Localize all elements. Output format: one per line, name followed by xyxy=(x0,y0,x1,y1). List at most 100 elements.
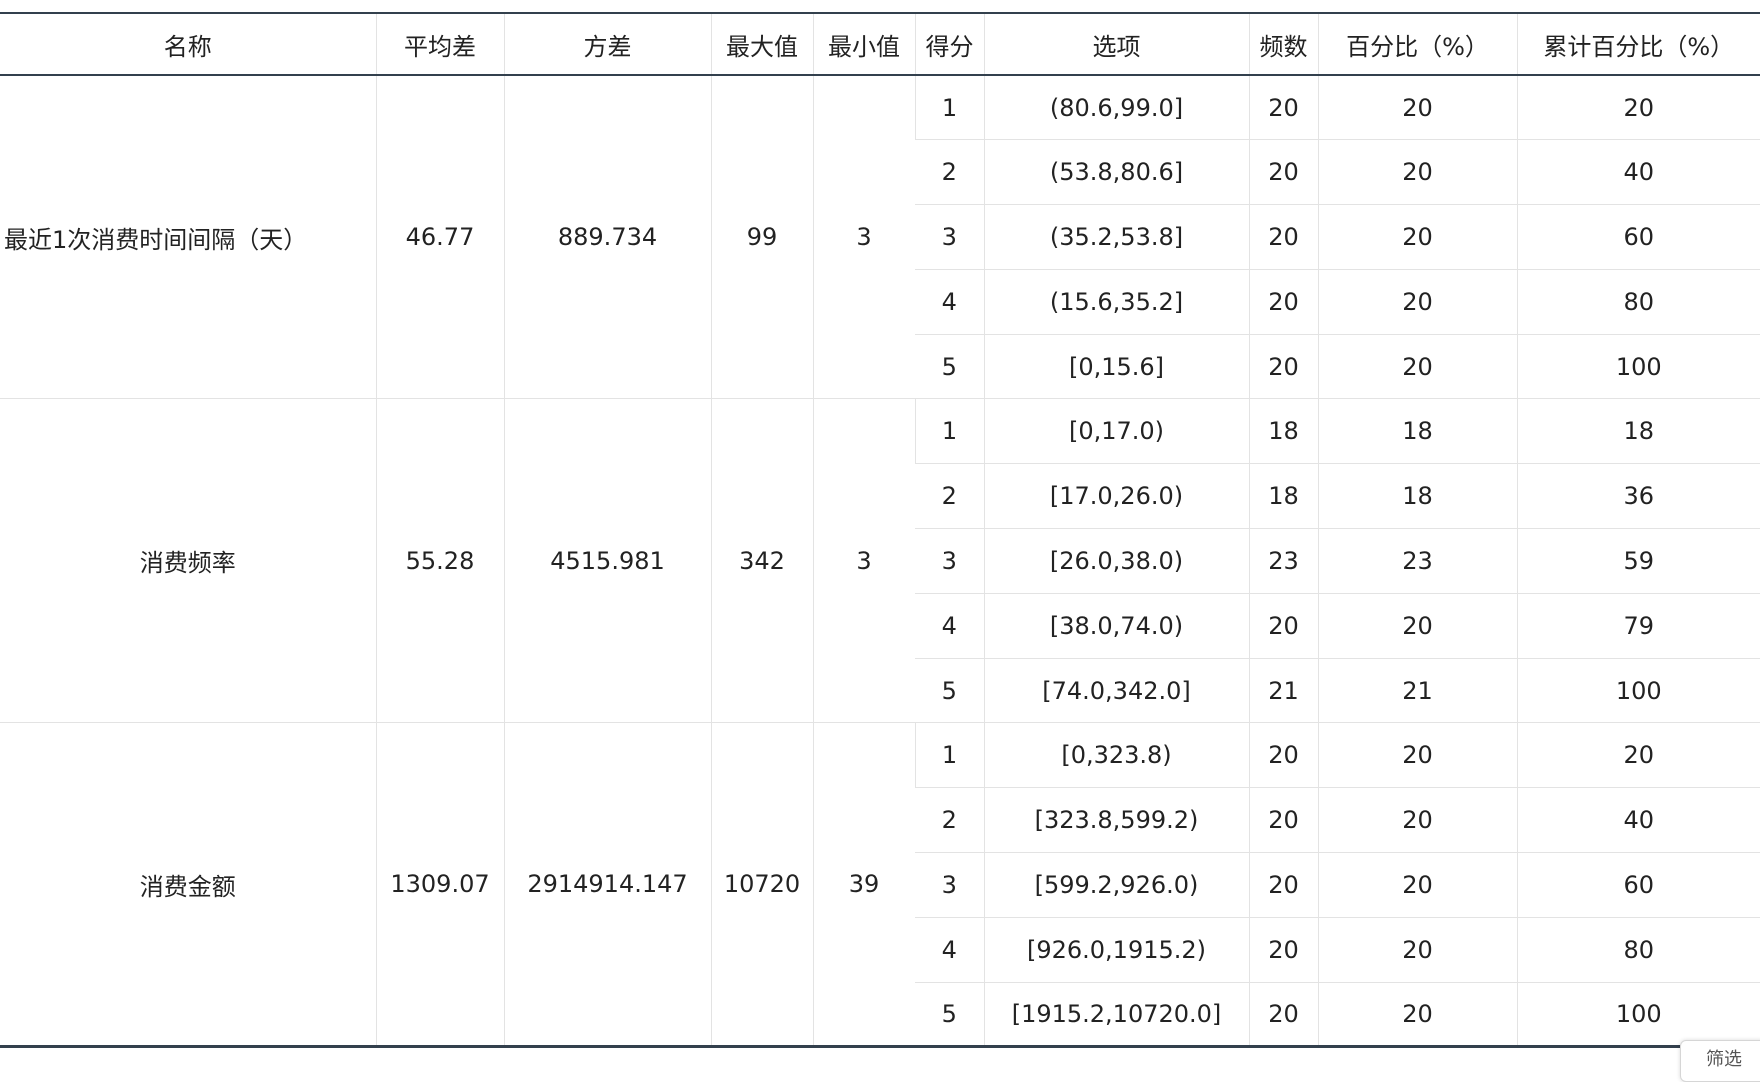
option-cell: [0,323.8) xyxy=(983,722,1249,789)
cumulative-cell: 100 xyxy=(1516,982,1760,1049)
option-cell: [38.0,74.0) xyxy=(983,593,1249,659)
option-cell: (35.2,53.8] xyxy=(983,204,1249,270)
variance-cell: 2914914.147 xyxy=(503,722,711,1049)
cumulative-cell: 60 xyxy=(1516,204,1760,270)
cumulative-cell: 20 xyxy=(1516,75,1760,141)
percent-cell: 20 xyxy=(1317,75,1517,141)
percent-cell: 23 xyxy=(1317,528,1517,594)
percent-cell: 20 xyxy=(1317,917,1517,983)
option-cell: [926.0,1915.2) xyxy=(983,917,1249,983)
cumulative-cell: 59 xyxy=(1516,528,1760,594)
frequency-cell: 21 xyxy=(1248,658,1318,724)
percent-cell: 21 xyxy=(1317,658,1517,724)
col-header-cumulative-percent[interactable]: 累计百分比（%） xyxy=(1516,12,1760,76)
option-cell: [74.0,342.0] xyxy=(983,658,1249,724)
option-cell: [1915.2,10720.0] xyxy=(983,982,1249,1049)
frequency-cell: 20 xyxy=(1248,722,1318,789)
percent-cell: 20 xyxy=(1317,787,1517,854)
mean-diff-cell: 1309.07 xyxy=(375,722,504,1049)
min-cell: 3 xyxy=(812,75,915,400)
percent-cell: 20 xyxy=(1317,139,1517,206)
option-cell: [17.0,26.0) xyxy=(983,463,1249,530)
score-cell: 3 xyxy=(915,528,984,594)
score-cell: 5 xyxy=(915,658,984,724)
option-cell: (53.8,80.6] xyxy=(983,139,1249,206)
cumulative-cell: 36 xyxy=(1516,463,1760,530)
percent-cell: 20 xyxy=(1317,269,1517,335)
score-cell: 2 xyxy=(915,139,984,206)
frequency-cell: 20 xyxy=(1248,787,1318,854)
min-cell: 39 xyxy=(812,722,915,1049)
score-cell: 3 xyxy=(915,852,984,918)
score-cell: 3 xyxy=(915,204,984,270)
table-row: 消费金额 1309.07 2914914.147 10720 39 1 [0,3… xyxy=(0,722,1760,1049)
percent-cell: 20 xyxy=(1317,722,1517,789)
group-name-cell: 最近1次消费时间间隔（天） xyxy=(0,75,376,400)
col-header-frequency[interactable]: 频数 xyxy=(1248,12,1318,76)
group-name-cell: 消费金额 xyxy=(0,722,376,1049)
cumulative-cell: 40 xyxy=(1516,787,1760,854)
cumulative-cell: 40 xyxy=(1516,139,1760,206)
percent-cell: 20 xyxy=(1317,334,1517,400)
score-cell: 4 xyxy=(915,269,984,335)
stats-table-container: 名称 平均差 方差 最大值 最小值 得分 选项 频数 百分比（%） 累计百分比（… xyxy=(0,12,1760,1049)
max-cell: 10720 xyxy=(710,722,813,1049)
col-header-score[interactable]: 得分 xyxy=(914,12,984,76)
filter-tab-button[interactable]: 筛选 xyxy=(1680,1040,1760,1082)
cumulative-cell: 18 xyxy=(1516,398,1760,465)
score-cell: 4 xyxy=(915,917,984,983)
cumulative-cell: 60 xyxy=(1516,852,1760,918)
cumulative-cell: 20 xyxy=(1516,722,1760,789)
score-cell: 1 xyxy=(914,722,984,789)
col-header-name[interactable]: 名称 xyxy=(0,12,376,76)
frequency-cell: 20 xyxy=(1248,334,1318,400)
score-cell: 5 xyxy=(915,334,984,400)
frequency-cell: 18 xyxy=(1248,463,1318,530)
col-header-mean-diff[interactable]: 平均差 xyxy=(375,12,504,76)
percent-cell: 18 xyxy=(1317,398,1517,465)
col-header-option[interactable]: 选项 xyxy=(983,12,1249,76)
percent-cell: 18 xyxy=(1317,463,1517,530)
percent-cell: 20 xyxy=(1317,852,1517,918)
variance-cell: 889.734 xyxy=(503,75,711,400)
col-header-min[interactable]: 最小值 xyxy=(812,12,915,76)
frequency-cell: 20 xyxy=(1248,982,1318,1049)
percent-cell: 20 xyxy=(1317,593,1517,659)
option-cell: (80.6,99.0] xyxy=(983,75,1249,141)
score-cell: 4 xyxy=(915,593,984,659)
frequency-cell: 23 xyxy=(1248,528,1318,594)
option-cell: [323.8,599.2) xyxy=(983,787,1249,854)
table-row: 最近1次消费时间间隔（天） 46.77 889.734 99 3 1 (80.6… xyxy=(0,75,1760,400)
col-header-variance[interactable]: 方差 xyxy=(503,12,711,76)
option-cell: [26.0,38.0) xyxy=(983,528,1249,594)
cumulative-cell: 80 xyxy=(1516,917,1760,983)
frequency-cell: 20 xyxy=(1248,917,1318,983)
percent-cell: 20 xyxy=(1317,204,1517,270)
col-header-max[interactable]: 最大值 xyxy=(710,12,813,76)
frequency-cell: 20 xyxy=(1248,269,1318,335)
frequency-cell: 20 xyxy=(1248,852,1318,918)
frequency-cell: 20 xyxy=(1248,204,1318,270)
cumulative-cell: 79 xyxy=(1516,593,1760,659)
score-cell: 2 xyxy=(915,787,984,854)
score-cell: 1 xyxy=(914,398,984,465)
col-header-percent[interactable]: 百分比（%） xyxy=(1317,12,1517,76)
frequency-cell: 20 xyxy=(1248,139,1318,206)
rfm-score-table: 名称 平均差 方差 最大值 最小值 得分 选项 频数 百分比（%） 累计百分比（… xyxy=(0,12,1760,1049)
option-cell: (15.6,35.2] xyxy=(983,269,1249,335)
mean-diff-cell: 46.77 xyxy=(375,75,504,400)
cumulative-cell: 80 xyxy=(1516,269,1760,335)
score-cell: 5 xyxy=(915,982,984,1049)
mean-diff-cell: 55.28 xyxy=(375,398,504,724)
percent-cell: 20 xyxy=(1317,982,1517,1049)
cumulative-cell: 100 xyxy=(1516,334,1760,400)
group-name-cell: 消费频率 xyxy=(0,398,376,724)
table-row: 消费频率 55.28 4515.981 342 3 1 [0,17.0) 18 … xyxy=(0,398,1760,724)
max-cell: 342 xyxy=(710,398,813,724)
min-cell: 3 xyxy=(812,398,915,724)
header-row: 名称 平均差 方差 最大值 最小值 得分 选项 频数 百分比（%） 累计百分比（… xyxy=(0,12,1760,76)
score-cell: 2 xyxy=(915,463,984,530)
frequency-cell: 20 xyxy=(1248,75,1318,141)
variance-cell: 4515.981 xyxy=(503,398,711,724)
cumulative-cell: 100 xyxy=(1516,658,1760,724)
